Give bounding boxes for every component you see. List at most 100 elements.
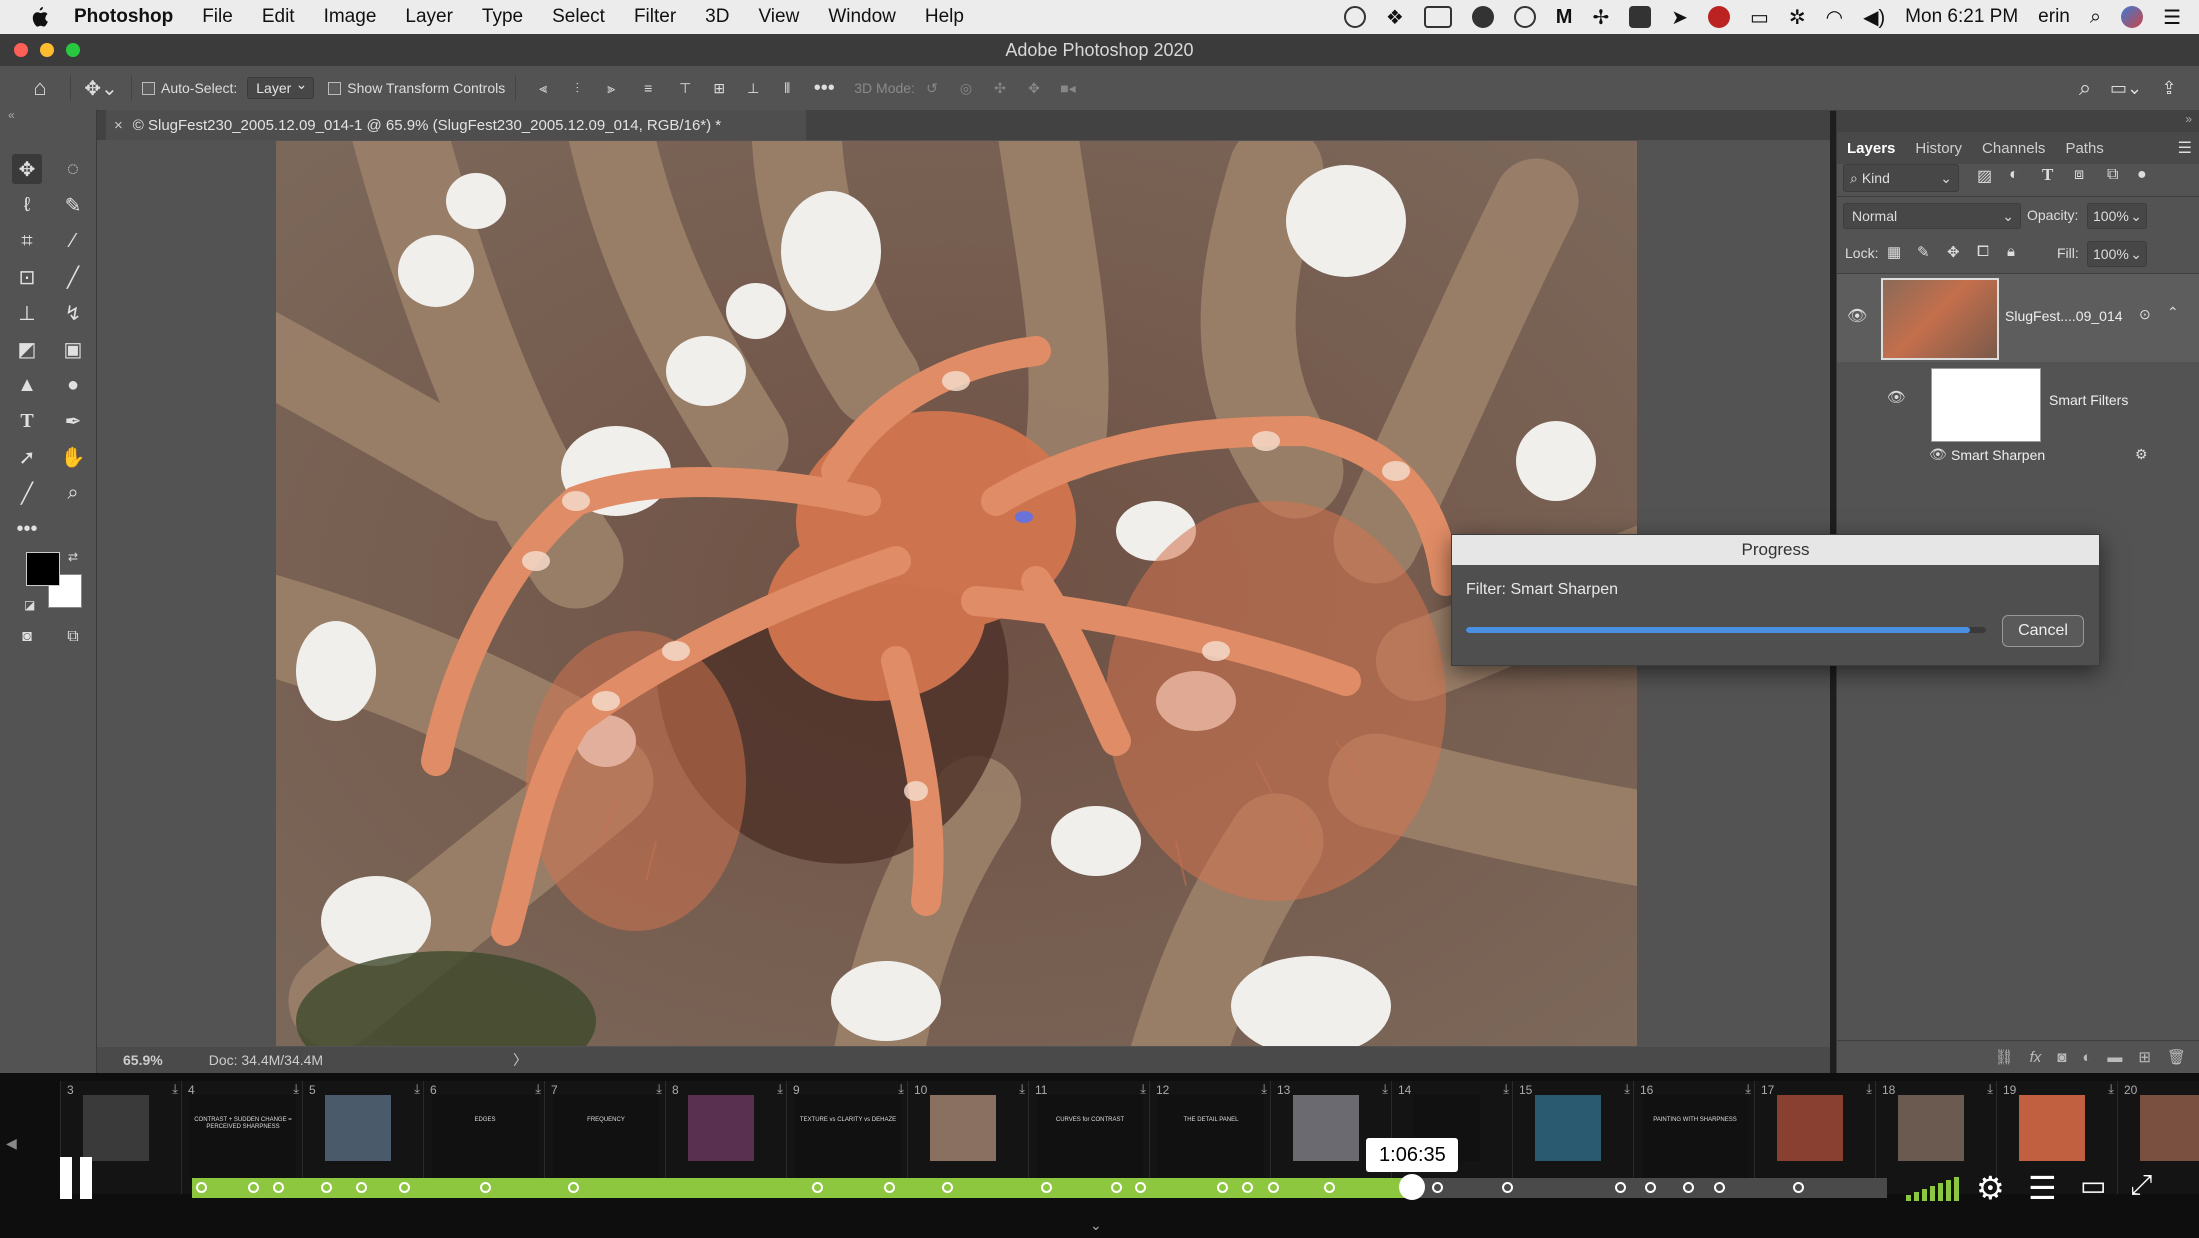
chapter-marker-dot[interactable]: [1041, 1182, 1052, 1193]
align-bottom-icon[interactable]: ⊥: [736, 80, 770, 97]
minimize-window-button[interactable]: [40, 43, 54, 57]
menu-type[interactable]: Type: [482, 6, 523, 28]
document-canvas-image[interactable]: [276, 141, 1637, 1046]
tab-history[interactable]: History: [1905, 140, 1972, 157]
filter-blending-options-icon[interactable]: ⚙︎: [2135, 446, 2148, 463]
pause-icon[interactable]: [60, 1157, 100, 1203]
status-arrow-icon[interactable]: 〉: [513, 1050, 527, 1070]
download-icon[interactable]: ⤓: [1987, 1081, 1993, 1097]
auto-select-dropdown[interactable]: Layer: [247, 76, 315, 99]
chapter-marker-dot[interactable]: [321, 1182, 332, 1193]
zoom-tool-icon[interactable]: ⌕: [58, 478, 88, 508]
lock-position-icon[interactable]: ✥: [1947, 243, 1960, 261]
filter-adjustment-icon[interactable]: ◐: [2009, 166, 2019, 184]
chapter-marker-dot[interactable]: [1217, 1182, 1228, 1193]
chevron-down-icon[interactable]: ⌄: [1090, 1217, 1102, 1234]
panel-menu-icon[interactable]: ☰: [2178, 138, 2192, 158]
circle-app-icon[interactable]: [1513, 6, 1536, 28]
cancel-button[interactable]: Cancel: [2002, 615, 2084, 647]
align-right-icon[interactable]: ⫸: [594, 80, 628, 97]
foreground-color-swatch[interactable]: [26, 552, 60, 586]
fill-field[interactable]: 100% ⌄: [2087, 241, 2147, 267]
filmstrip-prev-icon[interactable]: ◀: [6, 1135, 17, 1152]
healing-brush-tool-icon[interactable]: ⊡: [12, 262, 42, 292]
line-tool-icon[interactable]: ╱: [12, 478, 42, 508]
collapse-panels-icon[interactable]: »: [2185, 112, 2192, 126]
chapter-marker-dot[interactable]: [1645, 1182, 1656, 1193]
lock-pixels-icon[interactable]: ✎: [1917, 243, 1930, 261]
chapter-marker-dot[interactable]: [1793, 1182, 1804, 1193]
fullscreen-icon[interactable]: ⤢: [2130, 1169, 2152, 1202]
adjustment-layer-icon[interactable]: ◐: [2082, 1049, 2091, 1066]
edit-toolbar-icon[interactable]: •••: [12, 514, 42, 544]
chapter-marker-dot[interactable]: [399, 1182, 410, 1193]
link-layers-icon[interactable]: ⛓︎: [1995, 1048, 2014, 1066]
menubar-user[interactable]: erin: [2038, 6, 2070, 28]
menu-window[interactable]: Window: [828, 6, 896, 28]
download-icon[interactable]: ⤓: [1866, 1081, 1872, 1097]
chapter-marker-dot[interactable]: [1268, 1182, 1279, 1193]
3d-slide-icon[interactable]: ✥: [1017, 80, 1051, 97]
smart-filters-row[interactable]: 👁︎ Smart Filters: [1837, 362, 2199, 442]
collapse-toolbar-icon[interactable]: «: [8, 108, 15, 122]
quick-mask-icon[interactable]: ◙: [12, 622, 42, 652]
tab-layers[interactable]: Layers: [1837, 140, 1905, 157]
align-left-icon[interactable]: ⫷: [526, 80, 560, 97]
brush-tool-icon[interactable]: ╱: [58, 262, 88, 292]
home-icon[interactable]: ⌂: [20, 75, 60, 101]
layer-row[interactable]: 👁︎ SlugFest....09_014 ⊙ ⌃: [1837, 274, 2199, 362]
eraser-tool-icon[interactable]: ◩: [12, 334, 42, 364]
filter-smart-object-icon[interactable]: ⧉: [2107, 166, 2118, 184]
pen-tool-icon[interactable]: ✒: [58, 406, 88, 436]
chapter-marker-dot[interactable]: [812, 1182, 823, 1193]
settings-gear-icon[interactable]: ⚙︎: [1976, 1169, 2005, 1207]
filter-toggle-icon[interactable]: ●: [2137, 166, 2147, 184]
zoom-level[interactable]: 65.9%: [123, 1052, 163, 1068]
screen-record-icon[interactable]: [1423, 6, 1452, 28]
chapter-marker-dot[interactable]: [480, 1182, 491, 1193]
menu-file[interactable]: File: [202, 6, 233, 28]
blur-tool-icon[interactable]: ▲: [12, 370, 42, 400]
history-brush-tool-icon[interactable]: ↯: [58, 298, 88, 328]
volume-icon[interactable]: ◀): [1863, 5, 1885, 30]
dodge-tool-icon[interactable]: ●: [58, 370, 88, 400]
menu-select[interactable]: Select: [552, 6, 605, 28]
more-options-icon[interactable]: •••: [804, 77, 844, 100]
opacity-field[interactable]: 100% ⌄: [2087, 203, 2147, 229]
download-icon[interactable]: ⤓: [1503, 1081, 1509, 1097]
menu-filter[interactable]: Filter: [634, 6, 676, 28]
spotlight-search-icon[interactable]: ⌕: [2090, 6, 2101, 29]
search-icon[interactable]: ⌕: [2067, 75, 2103, 101]
box-app-icon[interactable]: ✢: [1592, 5, 1609, 30]
notification-center-icon[interactable]: ☰: [2163, 5, 2181, 30]
quick-select-tool-icon[interactable]: ✎: [58, 190, 88, 220]
apple-menu-icon[interactable]: [28, 5, 50, 29]
3d-pan-icon[interactable]: ✣: [983, 80, 1017, 97]
hand-tool-icon[interactable]: ✋: [58, 442, 88, 472]
chapter-marker-dot[interactable]: [248, 1182, 259, 1193]
clone-stamp-tool-icon[interactable]: ⊥: [12, 298, 42, 328]
download-icon[interactable]: ⤓: [1624, 1081, 1630, 1097]
align-top-icon[interactable]: ⊤: [668, 80, 702, 97]
menu-view[interactable]: View: [758, 6, 799, 28]
layer-filter-dropdown[interactable]: ⌕ Kind ⌄: [1843, 164, 1959, 192]
download-icon[interactable]: ⤓: [172, 1081, 178, 1097]
crop-tool-icon[interactable]: ⌗: [12, 226, 42, 256]
creative-cloud-icon[interactable]: [1471, 6, 1494, 28]
close-window-button[interactable]: [14, 43, 28, 57]
visibility-eye-icon[interactable]: 👁︎: [1847, 306, 1867, 326]
menu-photoshop[interactable]: Photoshop: [74, 6, 173, 28]
filter-pixel-icon[interactable]: ▨: [1977, 166, 1992, 186]
show-transform-checkbox[interactable]: Show Transform Controls: [328, 80, 505, 96]
swap-colors-icon[interactable]: ⇄: [68, 550, 78, 564]
download-icon[interactable]: ⤓: [1382, 1081, 1388, 1097]
record-app-icon[interactable]: [1708, 6, 1730, 28]
bluetooth-icon[interactable]: ✲: [1789, 5, 1806, 30]
3d-roll-icon[interactable]: ◎: [949, 80, 983, 97]
workspace-icon[interactable]: ▭⌄: [2103, 78, 2149, 99]
lock-transparent-icon[interactable]: ▦: [1887, 243, 1901, 261]
gradient-tool-icon[interactable]: ▣: [58, 334, 88, 364]
distribute-horizontal-icon[interactable]: ≡: [628, 80, 668, 96]
auto-select-checkbox[interactable]: Auto-Select:: [142, 80, 237, 96]
chapter-marker-dot[interactable]: [1432, 1182, 1443, 1193]
